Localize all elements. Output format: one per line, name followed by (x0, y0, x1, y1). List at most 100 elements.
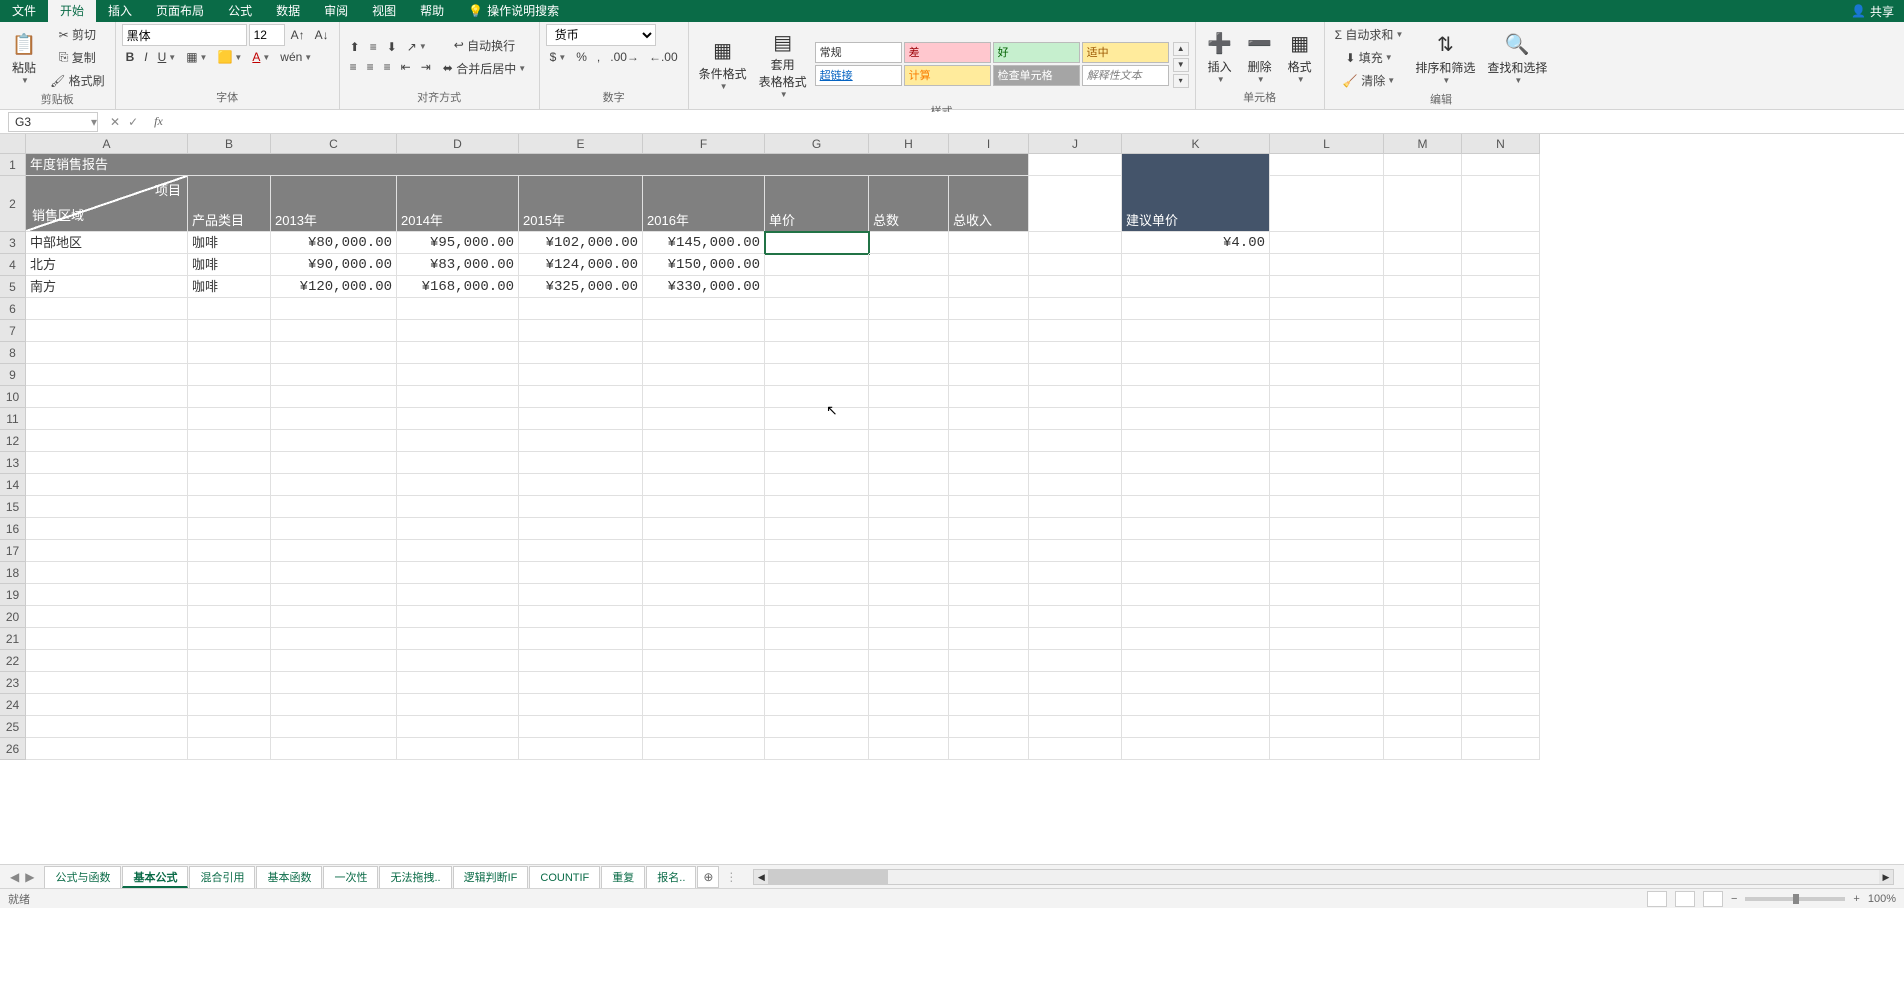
tab-page-layout[interactable]: 页面布局 (144, 0, 216, 22)
cell-C14[interactable] (271, 474, 397, 496)
cell-N5[interactable] (1462, 276, 1540, 298)
cell-K18[interactable] (1122, 562, 1270, 584)
cell-F8[interactable] (643, 342, 765, 364)
cell-G22[interactable] (765, 650, 869, 672)
row-header-5[interactable]: 5 (0, 276, 26, 298)
style-hyperlink[interactable]: 超链接 (815, 65, 902, 86)
row-header-17[interactable]: 17 (0, 540, 26, 562)
cell-L15[interactable] (1270, 496, 1384, 518)
decrease-decimal-button[interactable]: ←.00 (645, 48, 682, 66)
cell-M5[interactable] (1384, 276, 1462, 298)
cell-N25[interactable] (1462, 716, 1540, 738)
increase-decimal-button[interactable]: .00→ (606, 48, 643, 66)
cell-H17[interactable] (869, 540, 949, 562)
y2015-cell[interactable]: ¥102,000.00 (519, 232, 643, 254)
conditional-format-button[interactable]: ▦ 条件格式▼ (695, 33, 751, 95)
cell-L14[interactable] (1270, 474, 1384, 496)
cell-M1[interactable] (1384, 154, 1462, 176)
cell-M10[interactable] (1384, 386, 1462, 408)
cell-G26[interactable] (765, 738, 869, 760)
row-header-2[interactable]: 2 (0, 176, 26, 232)
column-header-A[interactable]: A (26, 134, 188, 154)
cell-A26[interactable] (26, 738, 188, 760)
cell-K22[interactable] (1122, 650, 1270, 672)
align-middle-button[interactable]: ≡ (366, 38, 381, 56)
column-header-M[interactable]: M (1384, 134, 1462, 154)
tab-help[interactable]: 帮助 (408, 0, 456, 22)
cell-F13[interactable] (643, 452, 765, 474)
cell-J26[interactable] (1029, 738, 1122, 760)
cell-M4[interactable] (1384, 254, 1462, 276)
cell-K19[interactable] (1122, 584, 1270, 606)
cell-M13[interactable] (1384, 452, 1462, 474)
cell-J22[interactable] (1029, 650, 1122, 672)
cell-F12[interactable] (643, 430, 765, 452)
tab-view[interactable]: 视图 (360, 0, 408, 22)
cell-F7[interactable] (643, 320, 765, 342)
cell-C6[interactable] (271, 298, 397, 320)
cell-K11[interactable] (1122, 408, 1270, 430)
sheet-tab[interactable]: 逻辑判断IF (453, 866, 529, 888)
cell-B16[interactable] (188, 518, 271, 540)
cell-K9[interactable] (1122, 364, 1270, 386)
cell-J13[interactable] (1029, 452, 1122, 474)
cell-G19[interactable] (765, 584, 869, 606)
cell-N15[interactable] (1462, 496, 1540, 518)
cell-A11[interactable] (26, 408, 188, 430)
name-box[interactable]: G3▾ (8, 112, 98, 132)
cell-M16[interactable] (1384, 518, 1462, 540)
sheet-nav-prev[interactable]: ◀ (10, 870, 19, 884)
y2013-cell[interactable]: ¥90,000.00 (271, 254, 397, 276)
cell-I12[interactable] (949, 430, 1029, 452)
cell-C7[interactable] (271, 320, 397, 342)
cell-C26[interactable] (271, 738, 397, 760)
cell-K8[interactable] (1122, 342, 1270, 364)
tab-data[interactable]: 数据 (264, 0, 312, 22)
cell-J16[interactable] (1029, 518, 1122, 540)
zoom-slider[interactable] (1745, 897, 1845, 901)
cell-A8[interactable] (26, 342, 188, 364)
cell-K23[interactable] (1122, 672, 1270, 694)
cell-N12[interactable] (1462, 430, 1540, 452)
format-cells-button[interactable]: ▦格式▼ (1282, 26, 1318, 88)
cell-B22[interactable] (188, 650, 271, 672)
scroll-thumb[interactable] (768, 870, 888, 884)
cell-N1[interactable] (1462, 154, 1540, 176)
cell-F23[interactable] (643, 672, 765, 694)
cell-A9[interactable] (26, 364, 188, 386)
cell-B12[interactable] (188, 430, 271, 452)
cell-B18[interactable] (188, 562, 271, 584)
cell-A20[interactable] (26, 606, 188, 628)
cell-G25[interactable] (765, 716, 869, 738)
phonetic-button[interactable]: wén▼ (276, 48, 316, 66)
cell-L8[interactable] (1270, 342, 1384, 364)
cell-J8[interactable] (1029, 342, 1122, 364)
cell-N3[interactable] (1462, 232, 1540, 254)
cell-H24[interactable] (869, 694, 949, 716)
sheet-tab[interactable]: 基本函数 (256, 866, 322, 888)
y2014-cell[interactable]: ¥83,000.00 (397, 254, 519, 276)
cell-J23[interactable] (1029, 672, 1122, 694)
cell-L22[interactable] (1270, 650, 1384, 672)
cell-M20[interactable] (1384, 606, 1462, 628)
cell-L24[interactable] (1270, 694, 1384, 716)
cell-K15[interactable] (1122, 496, 1270, 518)
font-name-select[interactable] (122, 24, 247, 46)
cell-B25[interactable] (188, 716, 271, 738)
cell-L23[interactable] (1270, 672, 1384, 694)
align-center-button[interactable]: ≡ (363, 58, 378, 76)
tab-review[interactable]: 审阅 (312, 0, 360, 22)
merge-center-button[interactable]: ⬌ 合并后居中▼ (439, 58, 530, 79)
cell-F6[interactable] (643, 298, 765, 320)
style-neutral[interactable]: 适中 (1082, 42, 1169, 63)
increase-font-button[interactable]: A↑ (287, 24, 309, 46)
sheet-tab[interactable]: 公式与函数 (44, 866, 121, 888)
cell-H20[interactable] (869, 606, 949, 628)
cell-A17[interactable] (26, 540, 188, 562)
suggest-price-header[interactable]: 建议单价 (1122, 176, 1270, 232)
cell-G16[interactable] (765, 518, 869, 540)
row-header-16[interactable]: 16 (0, 518, 26, 540)
cell-C17[interactable] (271, 540, 397, 562)
cancel-formula-button[interactable]: ✕ (110, 115, 120, 129)
cell-L18[interactable] (1270, 562, 1384, 584)
